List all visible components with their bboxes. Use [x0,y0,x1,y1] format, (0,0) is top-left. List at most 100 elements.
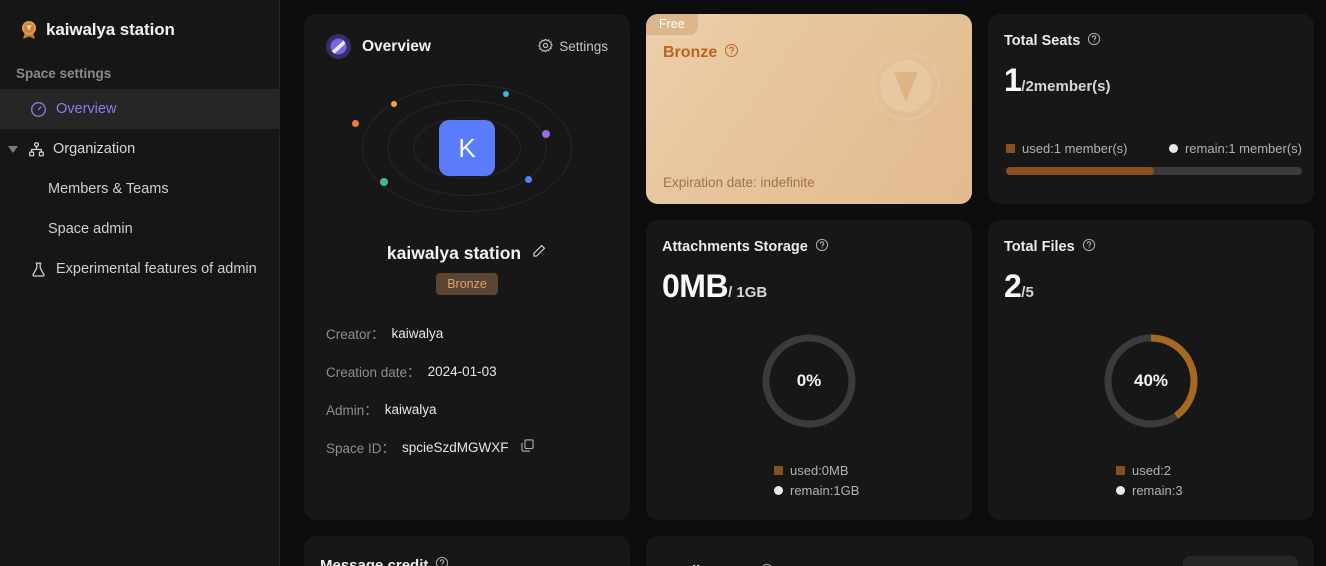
avatar: K [439,120,495,176]
legend-remain-swatch [774,486,783,495]
sidebar-item-label: Members & Teams [48,181,169,197]
attachments-storage-title-row: Attachments Storage [662,238,956,256]
question-circle-icon[interactable] [760,563,774,566]
legend-remain: remain:3 [1116,483,1183,498]
total-seats-value-suffix: /2member(s) [1021,78,1111,95]
legend-remain-swatch [1168,144,1178,153]
message-credit-title-row: Message credit [320,556,614,566]
meta-value: spcieSzdMGWXF [402,439,509,455]
settings-button[interactable]: Settings [538,38,608,56]
legend-remain: remain:1 member(s) [1168,141,1302,156]
meta-row-creator: Creator： kaiwalya [326,323,608,343]
total-seats-title: Total Seats [1004,33,1081,49]
time-filter: Time This week [1144,556,1298,566]
sidebar-brand[interactable]: kaiwalya station [0,0,279,46]
orbit-dot [352,120,359,127]
sidebar-item-label: Organization [53,141,136,157]
orbit-dot [380,178,388,186]
total-seats-title-row: Total Seats [1004,32,1298,50]
attachments-storage-percent: 0% [796,371,822,390]
medal-icon [20,20,38,40]
meta-key: Creation date： [326,365,421,380]
attachments-storage-donut: 0% [662,321,956,441]
total-seats-progress-bar [1006,167,1302,175]
time-range-select[interactable]: This week [1183,556,1298,566]
plan-expiration: Expiration date: indefinite [663,175,815,190]
meta-key: Creator： [326,327,385,342]
copy-icon[interactable] [520,438,535,456]
total-files-title: Total Files [1004,239,1075,255]
medal-icon [871,48,941,139]
sidebar-item-label: Overview [56,101,117,117]
orbit-dot [542,130,550,138]
meta-row-admin: Admin： kaiwalya [326,399,608,419]
message-credit-title: Message credit [320,556,429,566]
question-circle-icon[interactable] [435,556,449,566]
total-seats-legend: used:1 member(s) remain:1 member(s) [1006,141,1302,156]
sidebar-item-label: Space admin [48,221,133,237]
meta-row-space-id: Space ID： spcieSzdMGWXF [326,437,608,457]
question-circle-icon[interactable] [1087,32,1101,50]
plan-title-row: Bronze [663,43,739,63]
attachments-storage-title: Attachments Storage [662,239,808,255]
overview-card: Overview Settings K kaiwalya station Bro… [304,14,630,520]
pencil-icon[interactable] [531,243,547,264]
total-seats-card: Total Seats 1/2member(s) used:1 member(s… [988,14,1314,204]
legend-used: used:0MB [774,463,849,478]
question-circle-icon[interactable] [724,43,739,63]
question-circle-icon[interactable] [815,238,829,256]
credit-usage-header: Credit usage Time This week [662,556,1298,566]
attachments-storage-legend: used:0MB remain:1GB [662,463,956,498]
legend-used-label: used:1 member(s) [1022,141,1128,156]
legend-remain-label: remain:1GB [790,483,860,498]
legend-used-label: used:2 [1132,463,1172,478]
free-badge: Free [646,14,698,35]
sidebar-item-label: Experimental features of admin [56,261,257,277]
org-chart-icon [28,141,45,158]
sidebar: kaiwalya station Space settings Overview… [0,0,280,566]
legend-used: used:1 member(s) [1006,141,1127,156]
overview-card-title: Overview [362,37,431,55]
total-files-percent: 40% [1133,371,1169,390]
sidebar-item-members-and-teams[interactable]: Members & Teams [0,169,279,209]
legend-used: used:2 [1116,463,1171,478]
total-files-donut: 40% [1004,321,1298,441]
credit-usage-title-row: Credit usage [662,563,774,566]
total-files-value-row: 2/5 [1004,268,1298,305]
caret-down-icon [8,145,18,153]
meta-value: kaiwalya [384,401,437,417]
legend-remain-label: remain:1 member(s) [1184,141,1302,156]
orbit-dot [503,91,509,97]
space-meta-list: Creator： kaiwalya Creation date： 2024-01… [326,323,608,457]
meta-row-creation-date: Creation date： 2024-01-03 [326,361,608,381]
total-files-legend: used:2 remain:3 [1004,463,1298,498]
sidebar-item-overview[interactable]: Overview [0,89,279,129]
meta-value: kaiwalya [391,325,444,341]
message-credit-card: Message credit [304,536,630,566]
orbit-dot [525,176,532,183]
legend-remain: remain:1GB [774,483,859,498]
gauge-icon [30,101,47,118]
total-files-value-suffix: /5 [1021,284,1034,301]
question-circle-icon[interactable] [1082,238,1096,256]
app-root: kaiwalya station Space settings Overview… [0,0,1326,566]
space-avatar-orbit: K [326,73,608,223]
attachments-storage-value-row: 0MB/ 1GB [662,268,956,305]
main-content: Overview Settings K kaiwalya station Bro… [280,0,1326,566]
attachments-storage-card: Attachments Storage 0MB/ 1GB 0% used:0MB… [646,220,972,520]
legend-used-swatch [1116,466,1125,475]
space-name: kaiwalya station [386,243,522,263]
sidebar-item-organization[interactable]: Organization [0,129,279,169]
total-seats-value-row: 1/2member(s) [1004,62,1298,99]
sidebar-section-label: Space settings [16,66,112,81]
meta-key: Admin： [326,403,378,418]
flask-icon [30,261,47,278]
space-name-row: kaiwalya station [326,243,608,264]
plan-card: Free Bronze Expiration date: indefinite [646,14,972,204]
legend-used-label: used:0MB [790,463,849,478]
legend-remain-label: remain:3 [1132,483,1183,498]
sidebar-item-space-admin[interactable]: Space admin [0,209,279,249]
sidebar-item-experimental-features[interactable]: Experimental features of admin [0,249,279,289]
total-files-title-row: Total Files [1004,238,1298,256]
attachments-storage-value: 0MB [662,268,729,304]
